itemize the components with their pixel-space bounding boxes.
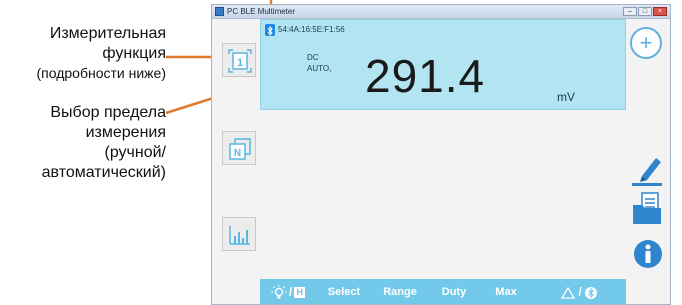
minimize-button[interactable]: – bbox=[623, 7, 637, 16]
close-button[interactable]: × bbox=[653, 7, 667, 16]
svg-text:N: N bbox=[234, 148, 241, 159]
folder-icon[interactable] bbox=[632, 191, 662, 230]
sidebar-hold-button[interactable]: 1 bbox=[222, 43, 256, 77]
relative-n-icon: N bbox=[229, 138, 251, 160]
pen-icon[interactable] bbox=[632, 150, 662, 191]
bar-chart-icon bbox=[229, 226, 250, 245]
measurement-display: 54:4A:16:5E:F1:56 DC AUTO, 291.4 mV bbox=[260, 19, 626, 110]
max-button[interactable]: Max bbox=[480, 279, 532, 304]
bluetooth-icon bbox=[584, 286, 597, 299]
add-device-button[interactable]: + bbox=[630, 27, 662, 59]
separator-slash: / bbox=[578, 285, 582, 299]
sidebar-relative-button[interactable]: N bbox=[222, 131, 256, 165]
hold-1-icon: 1 bbox=[228, 49, 252, 73]
bottom-toolbar: / H Select Range Duty Max / bbox=[260, 279, 626, 304]
reading-unit: mV bbox=[557, 90, 575, 104]
maximize-button[interactable]: □ bbox=[638, 7, 652, 16]
relative-bluetooth-button[interactable]: / bbox=[532, 279, 626, 304]
reading-value: 291.4 bbox=[365, 50, 486, 102]
range-button[interactable]: Range bbox=[372, 279, 428, 304]
range-mode-label: AUTO, bbox=[307, 64, 332, 73]
select-button[interactable]: Select bbox=[316, 279, 372, 304]
window-controls: – □ × bbox=[623, 7, 667, 16]
svg-text:1: 1 bbox=[237, 57, 243, 69]
device-address: 54:4A:16:5E:F1:56 bbox=[278, 25, 345, 34]
separator-slash: / bbox=[288, 285, 293, 299]
backlight-icon bbox=[271, 285, 287, 298]
duty-button[interactable]: Duty bbox=[428, 279, 480, 304]
delta-icon bbox=[561, 286, 576, 299]
app-window: PC BLE Multimeter – □ × 1 N 54:4A:16:5E:… bbox=[211, 4, 671, 305]
window-titlebar: PC BLE Multimeter – □ × bbox=[212, 5, 670, 19]
window-title: PC BLE Multimeter bbox=[227, 7, 296, 16]
info-icon[interactable] bbox=[633, 239, 663, 274]
backlight-hold-button[interactable]: / H bbox=[260, 279, 316, 304]
sidebar-chart-button[interactable] bbox=[222, 217, 256, 251]
app-icon bbox=[215, 7, 224, 16]
function-mode-label: DC bbox=[307, 53, 319, 62]
hold-h-label: H bbox=[294, 287, 306, 298]
bluetooth-icon bbox=[265, 24, 275, 37]
